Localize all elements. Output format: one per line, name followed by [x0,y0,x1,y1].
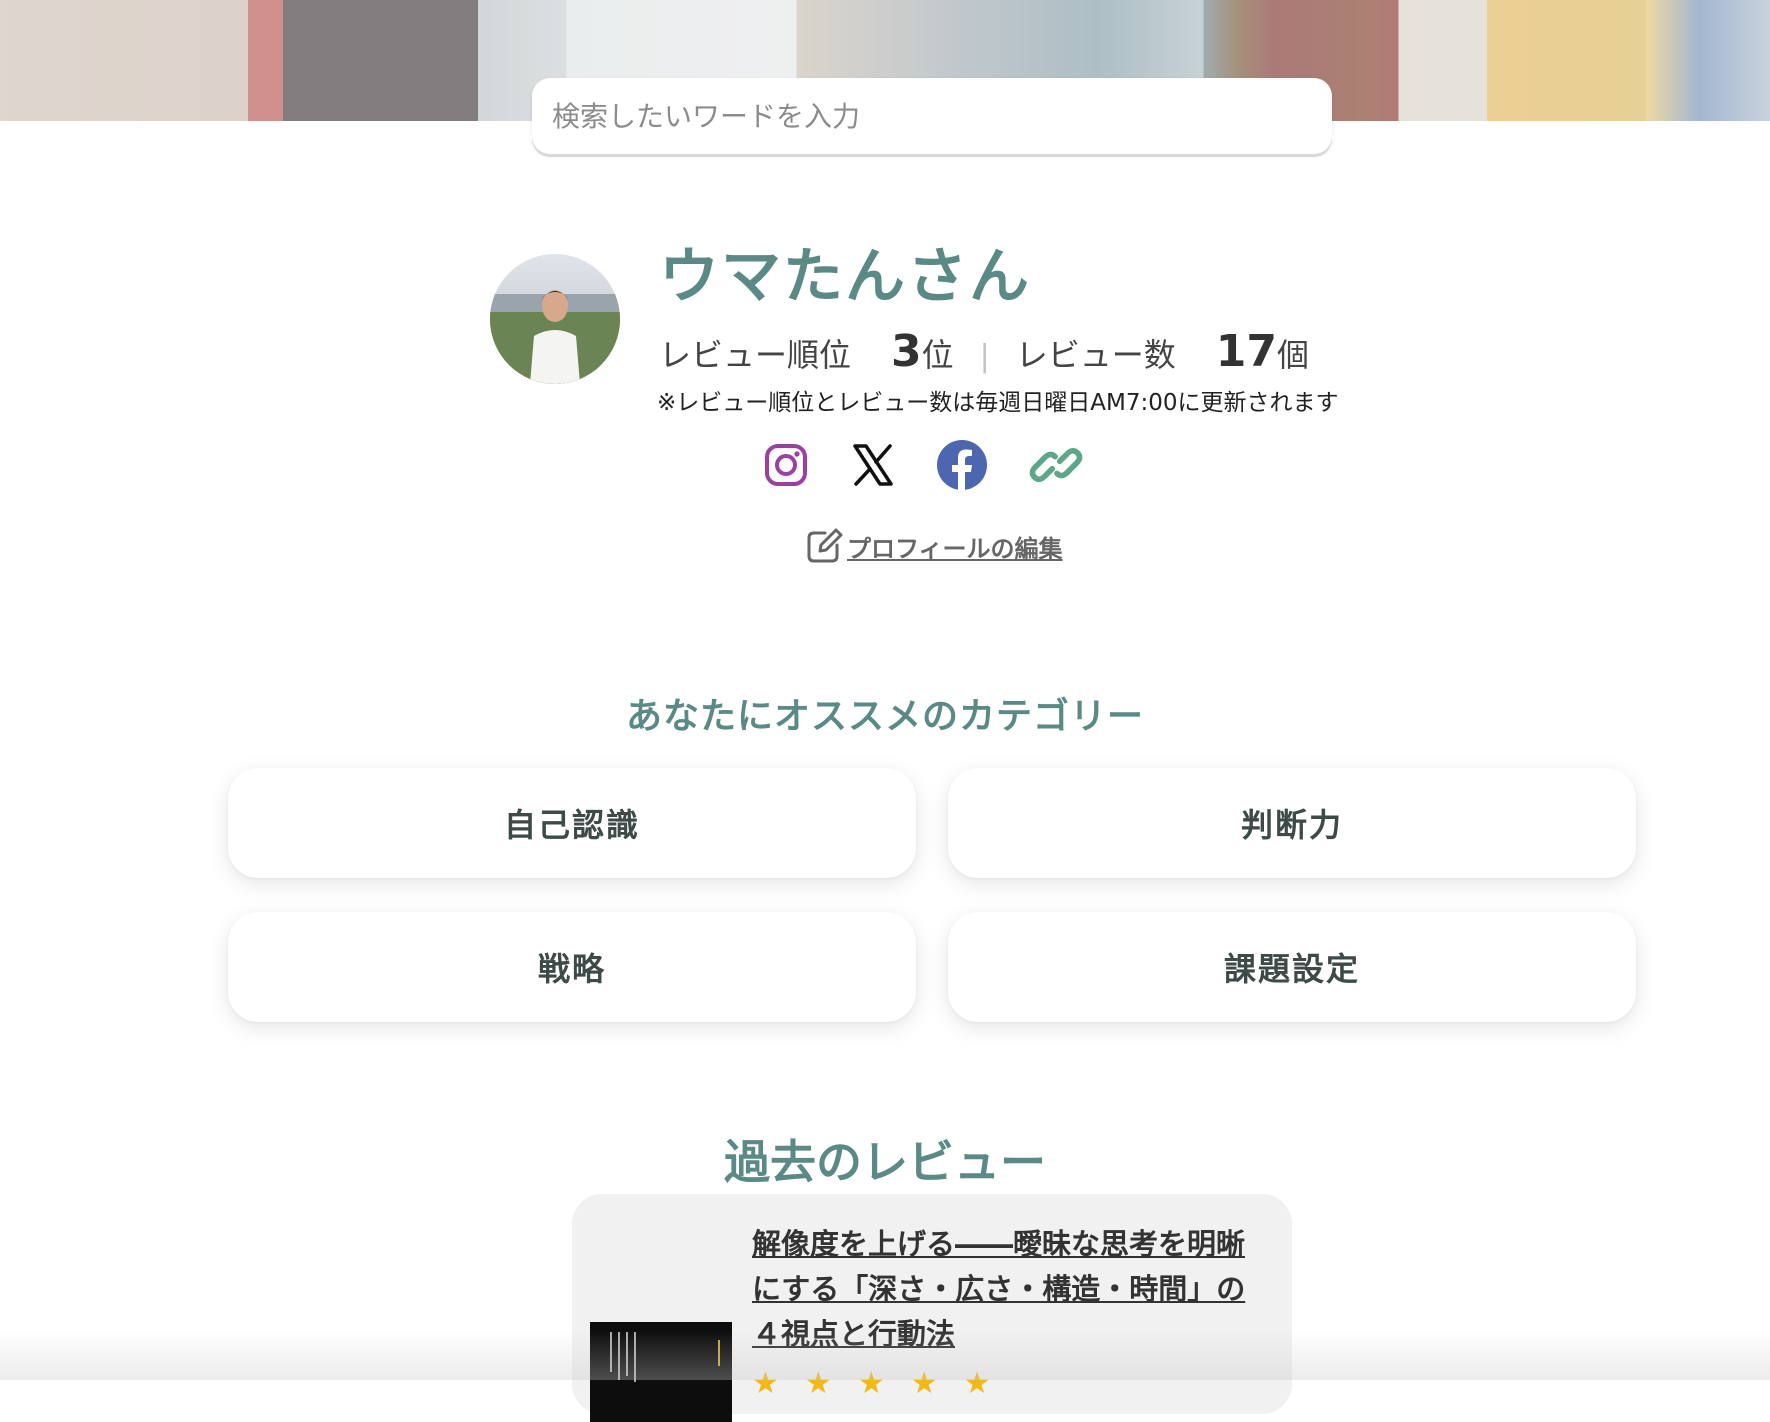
edit-icon [807,528,843,563]
profile-name: ウマたんさん [659,242,1031,312]
avatar [490,254,620,384]
rank-unit: 位 [921,336,954,374]
edit-profile-label: プロフィールの編集 [847,534,1063,563]
search-input[interactable] [532,78,1332,154]
review-count-label: レビュー数 [1015,336,1176,374]
avatar-photo [490,290,620,384]
review-count-value: 17 [1215,326,1278,377]
rank-label: レビュー順位 [659,336,852,374]
stats-update-note: ※レビュー順位とレビュー数は毎週日曜日AM7:00に更新されます [657,390,1339,416]
recommended-categories-heading: あなたにオススメのカテゴリー [625,696,1144,737]
edit-profile-link[interactable]: プロフィールの編集 [805,527,1063,565]
x-icon[interactable] [845,437,901,493]
category-card[interactable]: 課題設定 [948,912,1636,1022]
past-reviews-heading: 過去のレビュー [724,1135,1046,1189]
search-box[interactable] [532,78,1332,154]
link-icon[interactable] [1028,437,1084,493]
rank-value: 3 [891,326,922,377]
instagram-icon[interactable] [758,437,814,493]
review-count-unit: 個 [1277,336,1310,374]
bottom-fade [0,1330,1770,1380]
profile-stats: レビュー順位 3 位 | レビュー数 17 個 [659,326,1309,377]
review-card[interactable]: 解像度を上げる――曖昧な思考を明晰にする「深さ・広さ・構造・時間」の４視点と行動… [572,1194,1292,1422]
category-card[interactable]: 自己認識 [228,768,916,878]
facebook-icon[interactable] [934,437,990,493]
category-card[interactable]: 判断力 [948,768,1636,878]
stats-divider: | [979,339,990,374]
category-card[interactable]: 戦略 [228,912,916,1022]
